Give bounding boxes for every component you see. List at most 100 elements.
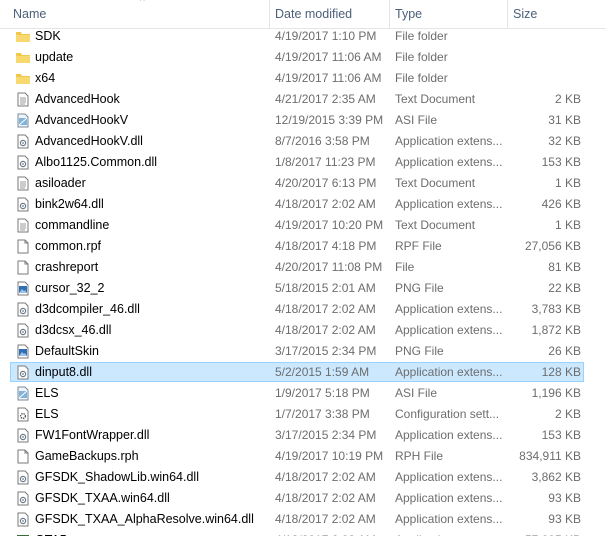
file-row[interactable]: cursor_32_2 5/18/2015 2:01 AM PNG File 22 K…: [0, 278, 606, 299]
file-name: dinput8.dll: [35, 365, 92, 379]
file-row[interactable]: GFSDK_TXAA.win64.dll 4/18/2017 2:02 AM App…: [0, 488, 606, 509]
file-row[interactable]: FW1FontWrapper.dll 3/17/2015 2:34 PM Appli…: [0, 425, 606, 446]
file-date-modified: 3/17/2015 2:34 PM: [275, 428, 377, 442]
file-type: RPH File: [395, 449, 444, 463]
dll-file-icon: [16, 323, 30, 338]
column-header-date-label: Date modified: [275, 7, 353, 21]
png-image-icon: [16, 281, 30, 296]
file-type: Application extens...: [395, 323, 503, 337]
file-type: Application extens...: [395, 365, 503, 379]
file-type: Application extens...: [395, 302, 503, 316]
file-type: Application extens...: [395, 491, 503, 505]
file-row[interactable]: ELS 1/7/2017 3:38 PM Configuration sett...…: [0, 404, 606, 425]
dll-file-icon: [16, 302, 30, 317]
file-row[interactable]: AdvancedHook 4/21/2017 2:35 AM Text Docume…: [0, 89, 606, 110]
file-row[interactable]: AdvancedHookV.dll 8/7/2016 3:58 PM Applica…: [0, 131, 606, 152]
file-name: x64: [35, 71, 56, 85]
column-header-date[interactable]: Date modified: [270, 0, 390, 28]
file-type: File: [395, 260, 415, 274]
file-name: update: [35, 50, 74, 64]
column-header-size[interactable]: Size: [508, 0, 596, 28]
file-type: Text Document: [395, 218, 476, 232]
file-size: 1 KB: [554, 176, 581, 190]
file-name: ELS: [35, 407, 59, 421]
file-name: GameBackups.rph: [35, 449, 139, 463]
file-row[interactable]: Albo1125.Common.dll 1/8/2017 11:23 PM Appl…: [0, 152, 606, 173]
file-size: 834,911 KB: [519, 449, 581, 463]
file-name: crashreport: [35, 260, 99, 274]
sort-ascending-icon: ^: [140, 0, 145, 7]
file-row[interactable]: commandline 4/19/2017 10:20 PM Text Docume…: [0, 215, 606, 236]
file-row[interactable]: d3dcsx_46.dll 4/18/2017 2:02 AM Applicatio…: [0, 320, 606, 341]
file-date-modified: 3/17/2015 2:34 PM: [275, 344, 377, 358]
file-type: Text Document: [395, 176, 476, 190]
file-date-modified: 4/20/2017 6:13 PM: [275, 176, 377, 190]
column-header-name[interactable]: Name ^: [8, 0, 270, 28]
file-type: File folder: [395, 29, 448, 43]
file-size: 93 KB: [548, 512, 581, 526]
file-date-modified: 8/7/2016 3:58 PM: [275, 134, 370, 148]
file-row[interactable]: AdvancedHookV 12/19/2015 3:39 PM ASI File 3…: [0, 110, 606, 131]
file-size: 22 KB: [548, 281, 581, 295]
file-date-modified: 4/18/2017 2:02 AM: [275, 323, 376, 337]
file-row[interactable]: x64 4/19/2017 11:06 AM File folder: [0, 68, 606, 89]
file-row[interactable]: SDK 4/19/2017 1:10 PM File folder: [0, 26, 606, 47]
file-type: Application extens...: [395, 197, 503, 211]
file-date-modified: 4/21/2017 2:35 AM: [275, 92, 376, 106]
file-explorer: Name ^ Date modified Type Size SDK 4/19/2…: [0, 0, 606, 548]
file-type: Application extens...: [395, 470, 503, 484]
file-date-modified: 12/19/2015 3:39 PM: [275, 113, 384, 127]
file-name: AdvancedHook: [35, 92, 120, 106]
file-row[interactable]: GameBackups.rph 4/19/2017 10:19 PM RPH Fil…: [0, 446, 606, 467]
file-type: File folder: [395, 50, 448, 64]
column-header-size-label: Size: [513, 7, 538, 21]
file-name: DefaultSkin: [35, 344, 99, 358]
file-size: 128 KB: [541, 365, 581, 379]
file-name: asiloader: [35, 176, 86, 190]
text-document-icon: [16, 218, 30, 233]
file-type: RPF File: [395, 239, 442, 253]
file-type: File folder: [395, 71, 448, 85]
file-row[interactable]: common.rpf 4/18/2017 4:18 PM RPF File 27,05…: [0, 236, 606, 257]
file-type: PNG File: [395, 344, 444, 358]
file-name: ELS: [35, 386, 59, 400]
blank-file-icon: [16, 239, 30, 254]
file-row[interactable]: d3dcompiler_46.dll 4/18/2017 2:02 AM Appli…: [0, 299, 606, 320]
file-row[interactable]: DefaultSkin 3/17/2015 2:34 PM PNG File 26 K…: [0, 341, 606, 362]
file-size: 153 KB: [541, 428, 581, 442]
column-header-type[interactable]: Type: [390, 0, 508, 28]
file-size: 93 KB: [548, 491, 581, 505]
file-list: SDK 4/19/2017 1:10 PM File folder update 4/1…: [0, 26, 606, 548]
column-header-bar: Name ^ Date modified Type Size: [0, 0, 606, 29]
folder-icon: [16, 29, 30, 44]
file-size: 1,872 KB: [531, 323, 581, 337]
file-size: 2 KB: [554, 92, 581, 106]
file-size: 27,056 KB: [524, 239, 581, 253]
file-row[interactable]: update 4/19/2017 11:06 AM File folder: [0, 47, 606, 68]
file-date-modified: 4/18/2017 2:02 AM: [275, 512, 376, 526]
file-name: cursor_32_2: [35, 281, 105, 295]
file-size: 81 KB: [548, 260, 581, 274]
file-row[interactable]: crashreport 4/20/2017 11:08 PM File 81 KB: [0, 257, 606, 278]
blank-file-icon: [16, 449, 30, 464]
asi-file-icon: [16, 386, 30, 401]
dll-file-icon: [16, 365, 30, 380]
file-row[interactable]: bink2w64.dll 4/18/2017 2:02 AM Application…: [0, 194, 606, 215]
file-date-modified: 4/19/2017 10:20 PM: [275, 218, 384, 232]
file-date-modified: 4/20/2017 11:08 PM: [275, 260, 383, 274]
dll-file-icon: [16, 428, 30, 443]
file-row[interactable]: GFSDK_ShadowLib.win64.dll 4/18/2017 2:02 …: [0, 467, 606, 488]
file-row[interactable]: asiloader 4/20/2017 6:13 PM Text Document 1…: [0, 173, 606, 194]
file-size: 3,783 KB: [531, 302, 581, 316]
file-type: Text Document: [395, 92, 476, 106]
dll-file-icon: [16, 134, 30, 149]
file-type: Application extens...: [395, 512, 503, 526]
file-row[interactable]: GFSDK_TXAA_AlphaResolve.win64.dll 4/18/20…: [0, 509, 606, 530]
file-row[interactable]: ELS 1/9/2017 5:18 PM ASI File 1,196 KB: [0, 383, 606, 404]
file-name: common.rpf: [35, 239, 101, 253]
file-name: d3dcompiler_46.dll: [35, 302, 140, 316]
file-type: Application extens...: [395, 155, 503, 169]
file-date-modified: 4/19/2017 11:06 AM: [275, 50, 382, 64]
file-row-selected[interactable]: dinput8.dll 5/2/2015 1:59 AM Application e…: [0, 362, 606, 383]
file-name: FW1FontWrapper.dll: [35, 428, 150, 442]
